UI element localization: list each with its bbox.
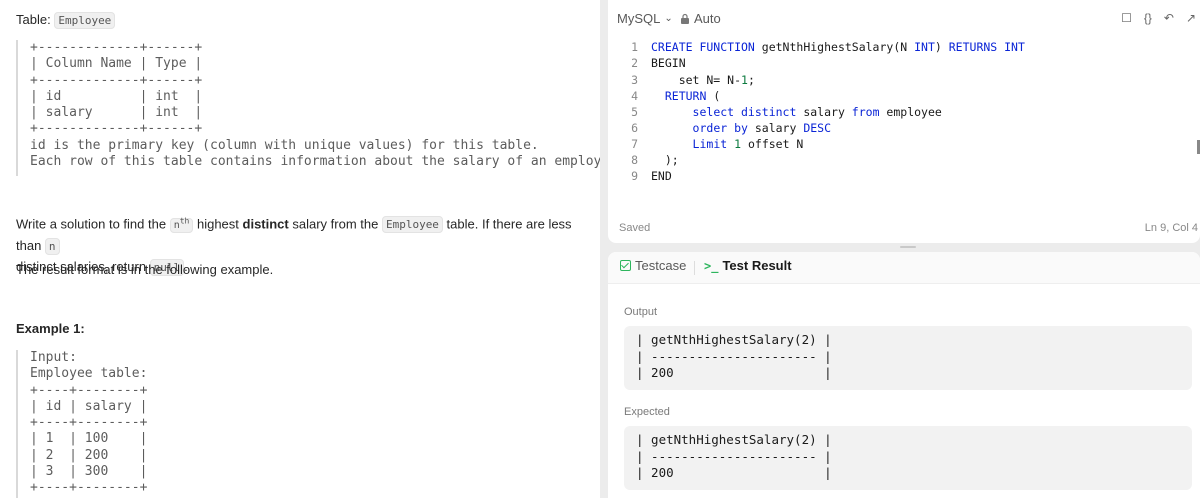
editor-header: MySQL ⌄ Auto ☐ {} ↶ ↗ bbox=[608, 0, 1200, 36]
workspace-panel: MySQL ⌄ Auto ☐ {} ↶ ↗ 1 CREATE FUNCTION g… bbox=[608, 0, 1200, 498]
output-label: Output bbox=[624, 306, 658, 318]
vertical-resize-handle[interactable] bbox=[900, 246, 916, 248]
n-code: nth bbox=[169, 217, 194, 234]
reset-icon[interactable]: ↶ bbox=[1164, 11, 1174, 25]
result-tabs: Testcase >_ Test Result bbox=[608, 252, 1200, 284]
terminal-icon: >_ bbox=[704, 258, 719, 273]
braces-icon[interactable]: {} bbox=[1144, 11, 1152, 25]
editor-toolbar: ☐ {} ↶ ↗ bbox=[1121, 11, 1196, 25]
n-code-2: n bbox=[44, 238, 60, 256]
schema-block: +-------------+------+ | Column Name | T… bbox=[16, 40, 600, 176]
example-title: Example 1: bbox=[16, 321, 85, 336]
test-result-panel: Testcase >_ Test Result Output | getNthH… bbox=[608, 252, 1200, 498]
expected-text: | getNthHighestSalary(2) | | -----------… bbox=[636, 432, 832, 480]
expand-icon[interactable]: ↗ bbox=[1186, 11, 1196, 25]
panel-resize-handle[interactable] bbox=[601, 0, 608, 498]
chevron-down-icon: ⌄ bbox=[664, 13, 673, 24]
auto-mode[interactable]: Auto bbox=[680, 11, 721, 26]
expected-label: Expected bbox=[624, 406, 670, 418]
employee-code: Employee bbox=[381, 216, 443, 234]
save-status: Saved bbox=[619, 222, 651, 234]
table-heading: Table: Employee bbox=[16, 12, 116, 29]
output-box: | getNthHighestSalary(2) | | -----------… bbox=[624, 326, 1192, 390]
bookmark-icon[interactable]: ☐ bbox=[1121, 11, 1132, 25]
checkbox-icon bbox=[620, 260, 631, 271]
problem-description-panel: Table: Employee +-------------+------+ |… bbox=[0, 0, 600, 498]
editor-footer: Saved Ln 9, Col 4 bbox=[608, 222, 1200, 238]
tab-testcase[interactable]: Testcase bbox=[620, 258, 686, 273]
example-block: Input: Employee table: +----+--------+ |… bbox=[16, 350, 148, 498]
lock-icon bbox=[681, 13, 689, 24]
tab-test-result[interactable]: >_ Test Result bbox=[704, 258, 792, 273]
output-text: | getNthHighestSalary(2) | | -----------… bbox=[636, 332, 832, 380]
code-editor[interactable]: MySQL ⌄ Auto ☐ {} ↶ ↗ 1 CREATE FUNCTION g… bbox=[608, 0, 1200, 243]
table-name-code: Employee bbox=[54, 12, 116, 29]
cursor-position: Ln 9, Col 4 bbox=[1144, 222, 1198, 234]
language-select[interactable]: MySQL ⌄ bbox=[617, 11, 673, 26]
expected-box: | getNthHighestSalary(2) | | -----------… bbox=[624, 426, 1192, 490]
result-format-text: The result format is in the following ex… bbox=[16, 262, 274, 277]
tab-divider bbox=[694, 261, 695, 275]
